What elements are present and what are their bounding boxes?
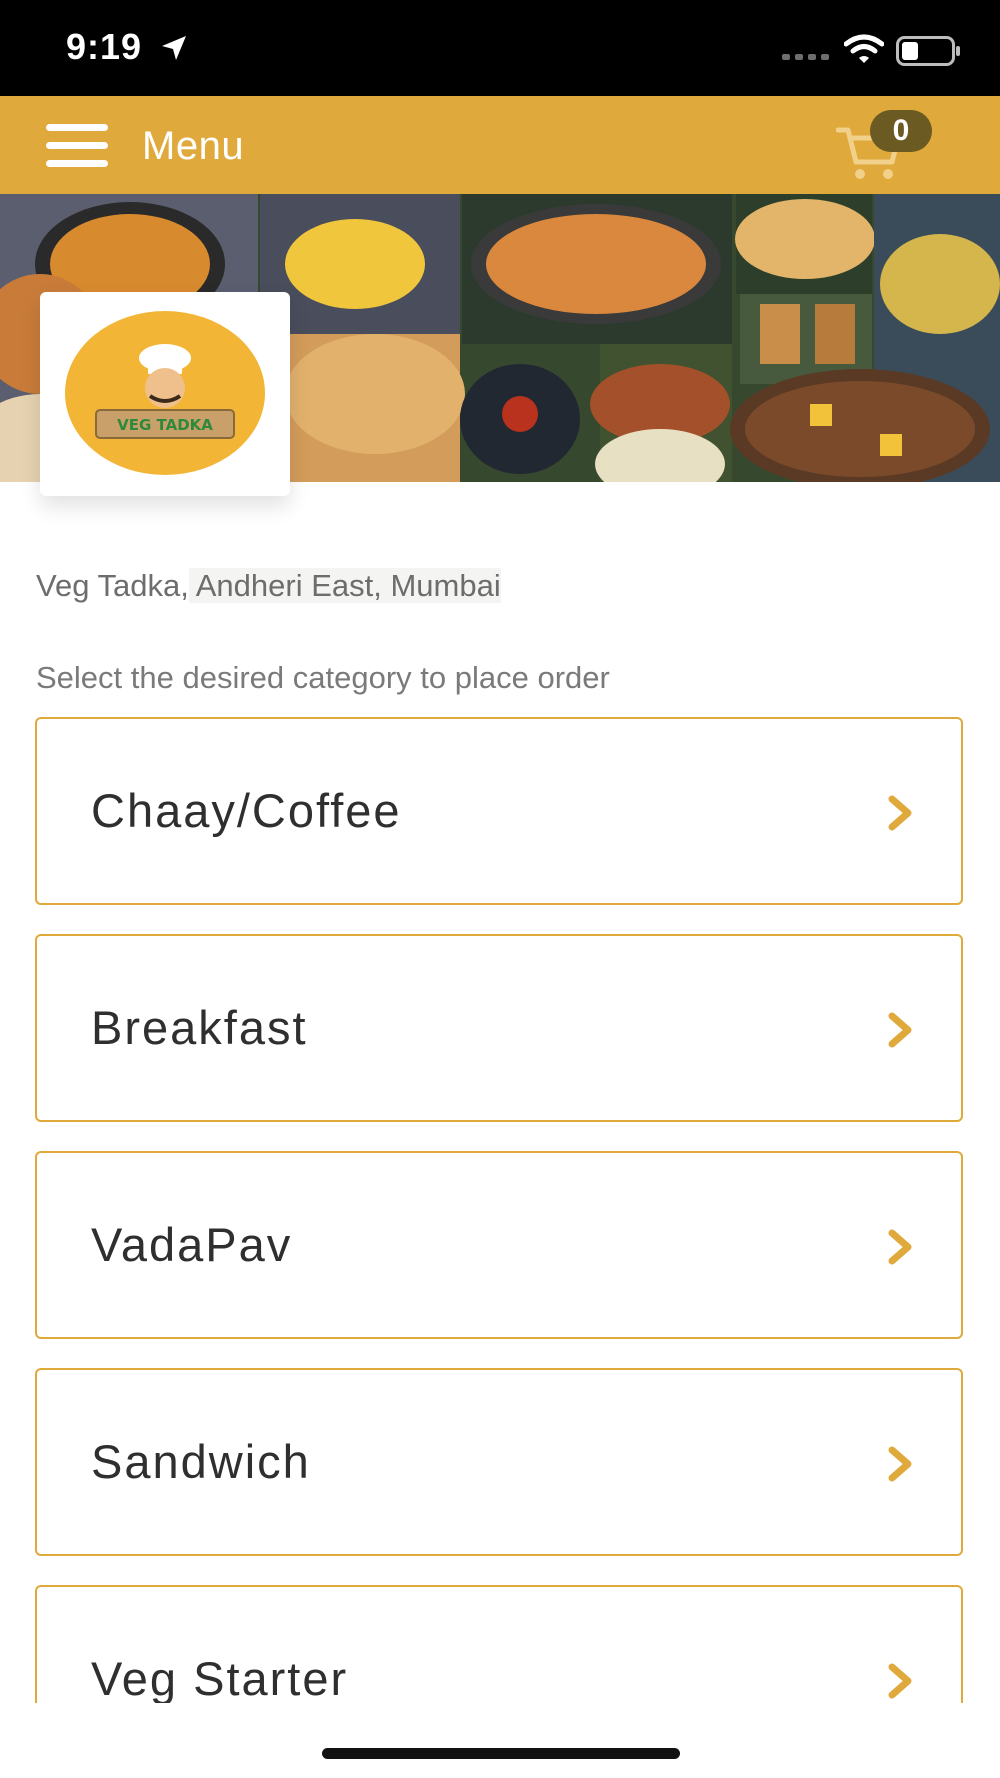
category-list: Chaay/Coffee Breakfast VadaPav Sandwich … [35, 717, 963, 1703]
app-header: Menu 0 [0, 96, 1000, 194]
restaurant-logo: VEG TADKA [65, 311, 265, 475]
category-label: Veg Starter [91, 1652, 349, 1703]
restaurant-name: Veg Tadka, [36, 568, 189, 603]
category-label: VadaPav [91, 1218, 293, 1271]
wifi-icon [844, 34, 884, 63]
chevron-right-icon [888, 1012, 912, 1048]
location-arrow-icon [162, 36, 186, 60]
category-item-veg-starter[interactable]: Veg Starter [35, 1585, 963, 1703]
restaurant-location: Veg Tadka, Andheri East, Mumbai [36, 568, 501, 604]
category-label: Chaay/Coffee [91, 784, 402, 837]
chevron-right-icon [888, 1663, 912, 1699]
status-time: 9:19 [66, 26, 143, 67]
home-indicator[interactable] [322, 1748, 680, 1759]
chevron-right-icon [888, 795, 912, 831]
cart-count-badge: 0 [870, 110, 932, 152]
header-title: Menu [142, 124, 245, 168]
chevron-right-icon [888, 1446, 912, 1482]
restaurant-logo-card: VEG TADKA [40, 292, 290, 496]
status-bar: 9:19 [0, 0, 1000, 96]
select-category-hint: Select the desired category to place ord… [36, 660, 610, 695]
category-label: Sandwich [91, 1435, 311, 1488]
battery-icon [896, 36, 960, 66]
chevron-right-icon [888, 1229, 912, 1265]
category-item-sandwich[interactable]: Sandwich [35, 1368, 963, 1556]
category-label: Breakfast [91, 1001, 308, 1054]
svg-text:VEG TADKA: VEG TADKA [117, 416, 213, 434]
category-item-vadapav[interactable]: VadaPav [35, 1151, 963, 1339]
category-item-breakfast[interactable]: Breakfast [35, 934, 963, 1122]
cart-button[interactable]: 0 [836, 110, 936, 182]
signal-icon [782, 54, 829, 60]
category-item-chaay-coffee[interactable]: Chaay/Coffee [35, 717, 963, 905]
hamburger-menu-icon[interactable] [46, 124, 108, 168]
restaurant-address: Andheri East, Mumbai [188, 568, 501, 603]
